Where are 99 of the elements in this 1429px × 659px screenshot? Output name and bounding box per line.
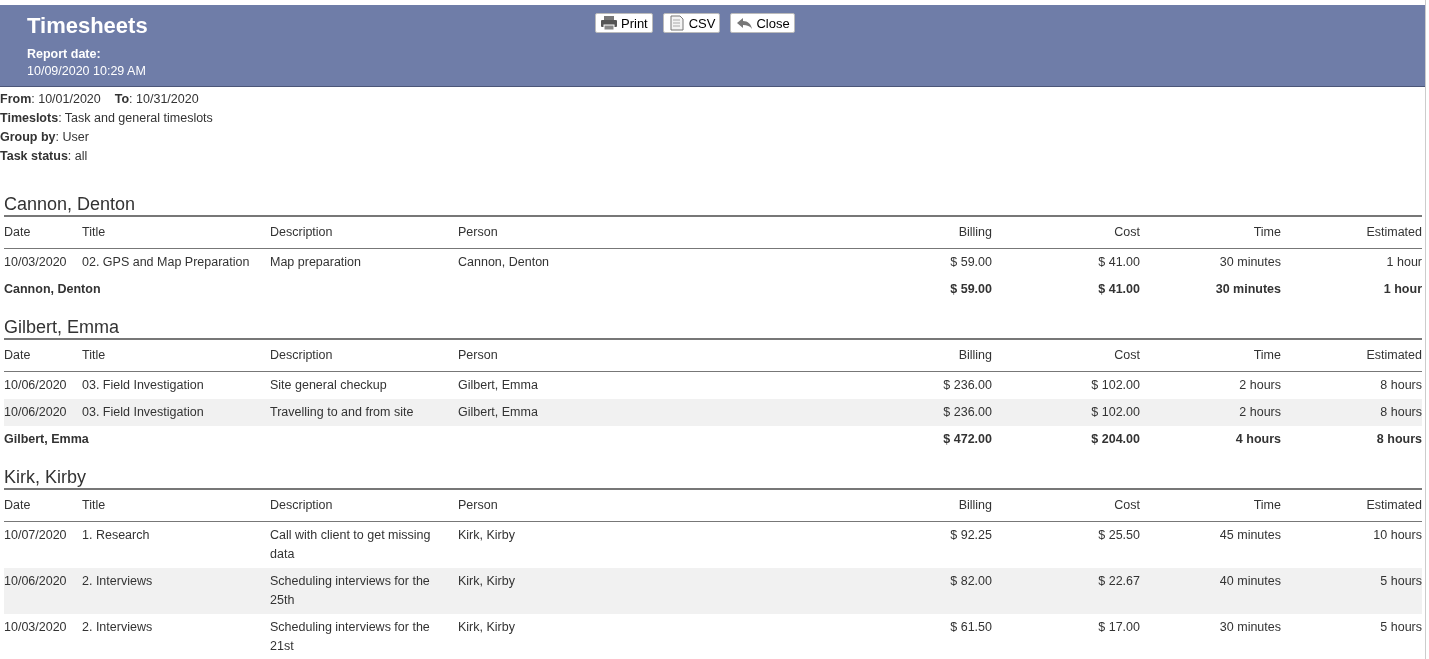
table-cell: 03. Field Investigation xyxy=(82,399,270,426)
report-date: 10/09/2020 10:29 AM xyxy=(27,63,147,80)
table-cell: 5 hours xyxy=(1281,568,1422,614)
total-cell-text: $ 59.00 xyxy=(949,281,992,298)
column-header: Title xyxy=(82,217,270,249)
column-header: Estimated xyxy=(1281,340,1422,372)
table-cell: $ 236.00 xyxy=(844,399,992,426)
table-cell: 10 hours xyxy=(1281,521,1422,568)
print-button[interactable]: Print xyxy=(595,13,653,33)
table-cell: 45 minutes xyxy=(1140,521,1281,568)
column-header: Time xyxy=(1140,490,1281,522)
document-icon xyxy=(667,15,686,31)
filter-text: To: 10/31/2020 xyxy=(114,91,199,108)
table-cell: 03. Field Investigation xyxy=(82,371,270,399)
column-header: Person xyxy=(458,340,844,372)
column-header: Person xyxy=(458,490,844,522)
table-cell: $ 59.00 xyxy=(844,248,992,276)
table-cell: Gilbert, Emma xyxy=(458,371,844,399)
report-title: Timesheets xyxy=(27,13,148,39)
table-cell: 2. Interviews xyxy=(82,568,270,614)
table-cell: $ 61.50 xyxy=(844,614,992,659)
column-header: Cost xyxy=(992,217,1140,249)
table-cell: 2 hours xyxy=(1140,399,1281,426)
column-header: Date xyxy=(4,340,82,372)
table-cell: Map preparation xyxy=(270,248,458,276)
table-cell: 1. Research xyxy=(82,521,270,568)
table-cell: Cannon, Denton xyxy=(458,248,844,276)
column-header: Cost xyxy=(992,340,1140,372)
table-cell: 10/07/2020 xyxy=(4,521,82,568)
table-cell: Site general checkup xyxy=(270,371,458,399)
total-cell: 30 minutes xyxy=(1140,276,1281,303)
column-header: Date xyxy=(4,217,82,249)
table-cell: Call with client to get missing data xyxy=(270,521,458,568)
table-cell: Travelling to and from site xyxy=(270,399,458,426)
table-cell: Scheduling interviews for the 25th xyxy=(270,568,458,614)
column-header: Date xyxy=(4,490,82,522)
table-cell: 10/06/2020 xyxy=(4,399,82,426)
table-cell: 1 hour xyxy=(1281,248,1422,276)
column-header: Person xyxy=(458,217,844,249)
close-button[interactable]: Close xyxy=(730,13,795,33)
back-arrow-icon xyxy=(735,15,754,31)
table-cell: $ 25.50 xyxy=(992,521,1140,568)
column-header: Description xyxy=(270,217,458,249)
group-heading: Cannon, Denton xyxy=(4,194,1422,217)
column-header: Billing xyxy=(844,490,992,522)
table-cell: Kirk, Kirby xyxy=(458,521,844,568)
table-cell: 2. Interviews xyxy=(82,614,270,659)
table-cell: $ 82.00 xyxy=(844,568,992,614)
column-header: Estimated xyxy=(1281,217,1422,249)
table-cell: $ 236.00 xyxy=(844,371,992,399)
table-cell: 30 minutes xyxy=(1140,248,1281,276)
total-cell: 8 hours xyxy=(1281,426,1422,453)
table-cell: 40 minutes xyxy=(1140,568,1281,614)
csv-button[interactable]: CSV xyxy=(662,13,721,33)
total-label: Gilbert, Emma xyxy=(4,426,844,453)
total-label: Cannon, Denton xyxy=(4,281,102,298)
group-heading: Gilbert, Emma xyxy=(4,317,1422,340)
table-cell: $ 22.67 xyxy=(992,568,1140,614)
table-cell: Gilbert, Emma xyxy=(458,399,844,426)
table-cell: 8 hours xyxy=(1281,371,1422,399)
filter-text: From: 10/01/2020 xyxy=(0,91,101,108)
table-cell: Kirk, Kirby xyxy=(458,614,844,659)
table-cell: 2 hours xyxy=(1140,371,1281,399)
table-cell: Kirk, Kirby xyxy=(458,568,844,614)
table-cell: 10/06/2020 xyxy=(4,568,82,614)
table-cell: $ 17.00 xyxy=(992,614,1140,659)
column-header: Title xyxy=(82,340,270,372)
table-cell: 5 hours xyxy=(1281,614,1422,659)
table-cell: 02. GPS and Map Preparation xyxy=(82,248,270,276)
total-cell: 1 hour xyxy=(1281,276,1422,303)
filter-text: Task status: all xyxy=(0,148,88,165)
column-header: Estimated xyxy=(1281,490,1422,522)
table-cell: $ 92.25 xyxy=(844,521,992,568)
total-cell: 4 hours xyxy=(1140,426,1281,453)
column-header: Time xyxy=(1140,340,1281,372)
table-cell: $ 102.00 xyxy=(992,371,1140,399)
printer-icon xyxy=(600,15,618,31)
column-header: Title xyxy=(82,490,270,522)
column-header: Cost xyxy=(992,490,1140,522)
column-header: Description xyxy=(270,490,458,522)
table-cell: 8 hours xyxy=(1281,399,1422,426)
group-heading: Kirk, Kirby xyxy=(4,467,1422,490)
table-cell: $ 41.00 xyxy=(992,248,1140,276)
column-header: Time xyxy=(1140,217,1281,249)
table-cell: Scheduling interviews for the 21st xyxy=(270,614,458,659)
table-cell: 10/03/2020 xyxy=(4,248,82,276)
table-cell: $ 102.00 xyxy=(992,399,1140,426)
filter-text: Group by: User xyxy=(0,129,89,146)
total-cell: $ 472.00 xyxy=(844,426,992,453)
filter-text: Timeslots: Task and general timeslots xyxy=(0,110,213,127)
total-cell: $ 204.00 xyxy=(992,426,1140,453)
table-cell: 30 minutes xyxy=(1140,614,1281,659)
column-header: Billing xyxy=(844,340,992,372)
column-header: Description xyxy=(270,340,458,372)
column-header: Billing xyxy=(844,217,992,249)
table-cell: 10/06/2020 xyxy=(4,371,82,399)
table-cell: 10/03/2020 xyxy=(4,614,82,659)
report-date-label: Report date: xyxy=(27,46,102,62)
total-cell: $ 41.00 xyxy=(992,276,1140,303)
